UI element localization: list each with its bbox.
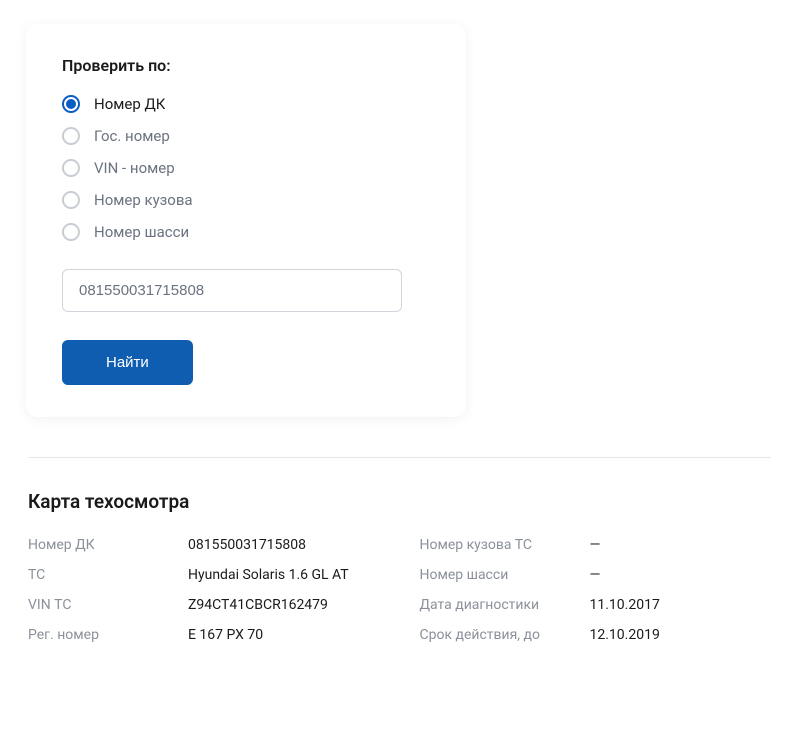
divider xyxy=(28,457,771,458)
radio-option-dk[interactable]: Номер ДК xyxy=(62,95,430,113)
radio-option-vin[interactable]: VIN - номер xyxy=(62,159,430,177)
radio-option-kuzov[interactable]: Номер кузова xyxy=(62,191,430,209)
result-value: 12.10.2019 xyxy=(590,627,660,643)
result-value: 11.10.2017 xyxy=(590,597,660,613)
result-label: Дата диагностики xyxy=(420,597,590,613)
radio-icon xyxy=(62,159,80,177)
radio-label: Номер кузова xyxy=(94,191,193,209)
search-title: Проверить по: xyxy=(62,56,430,75)
result-value: Z94CT41CBCR162479 xyxy=(188,597,328,613)
result-row: Дата диагностики 11.10.2017 xyxy=(420,597,772,613)
radio-icon xyxy=(62,127,80,145)
result-column-right: Номер кузова ТС — Номер шасси — Дата диа… xyxy=(420,537,772,657)
radio-label: Гос. номер xyxy=(94,127,170,145)
radio-group: Номер ДК Гос. номер VIN - номер Номер ку… xyxy=(62,95,430,241)
radio-label: Номер ДК xyxy=(94,95,165,113)
radio-option-shassi[interactable]: Номер шасси xyxy=(62,223,430,241)
result-row: Рег. номер Е 167 РХ 70 xyxy=(28,627,380,643)
result-value: Hyundai Solaris 1.6 GL AT xyxy=(188,567,349,583)
result-row: Номер кузова ТС — xyxy=(420,537,772,553)
radio-label: VIN - номер xyxy=(94,159,175,177)
result-value: — xyxy=(590,567,601,583)
search-button[interactable]: Найти xyxy=(62,340,193,385)
radio-option-gosnomer[interactable]: Гос. номер xyxy=(62,127,430,145)
result-section: Карта техосмотра Номер ДК 08155003171580… xyxy=(8,490,791,657)
result-row: Номер шасси — xyxy=(420,567,772,583)
search-card: Проверить по: Номер ДК Гос. номер VIN - … xyxy=(26,24,466,417)
result-label: VIN ТС xyxy=(28,597,188,613)
result-row: VIN ТС Z94CT41CBCR162479 xyxy=(28,597,380,613)
result-row: Номер ДК 081550031715808 xyxy=(28,537,380,553)
result-column-left: Номер ДК 081550031715808 ТС Hyundai Sola… xyxy=(28,537,380,657)
result-value: 081550031715808 xyxy=(188,537,306,553)
result-title: Карта техосмотра xyxy=(28,490,771,513)
result-value: Е 167 РХ 70 xyxy=(188,627,263,643)
result-value: — xyxy=(590,537,601,553)
result-label: Рег. номер xyxy=(28,627,188,643)
result-label: Номер ДК xyxy=(28,537,188,553)
radio-icon xyxy=(62,223,80,241)
radio-icon xyxy=(62,95,80,113)
result-label: ТС xyxy=(28,567,188,583)
result-grid: Номер ДК 081550031715808 ТС Hyundai Sola… xyxy=(28,537,771,657)
result-row: ТС Hyundai Solaris 1.6 GL AT xyxy=(28,567,380,583)
result-label: Номер кузова ТС xyxy=(420,537,590,553)
result-row: Срок действия, до 12.10.2019 xyxy=(420,627,772,643)
search-input[interactable] xyxy=(62,269,402,312)
result-label: Срок действия, до xyxy=(420,627,590,643)
result-label: Номер шасси xyxy=(420,567,590,583)
radio-label: Номер шасси xyxy=(94,223,189,241)
radio-icon xyxy=(62,191,80,209)
